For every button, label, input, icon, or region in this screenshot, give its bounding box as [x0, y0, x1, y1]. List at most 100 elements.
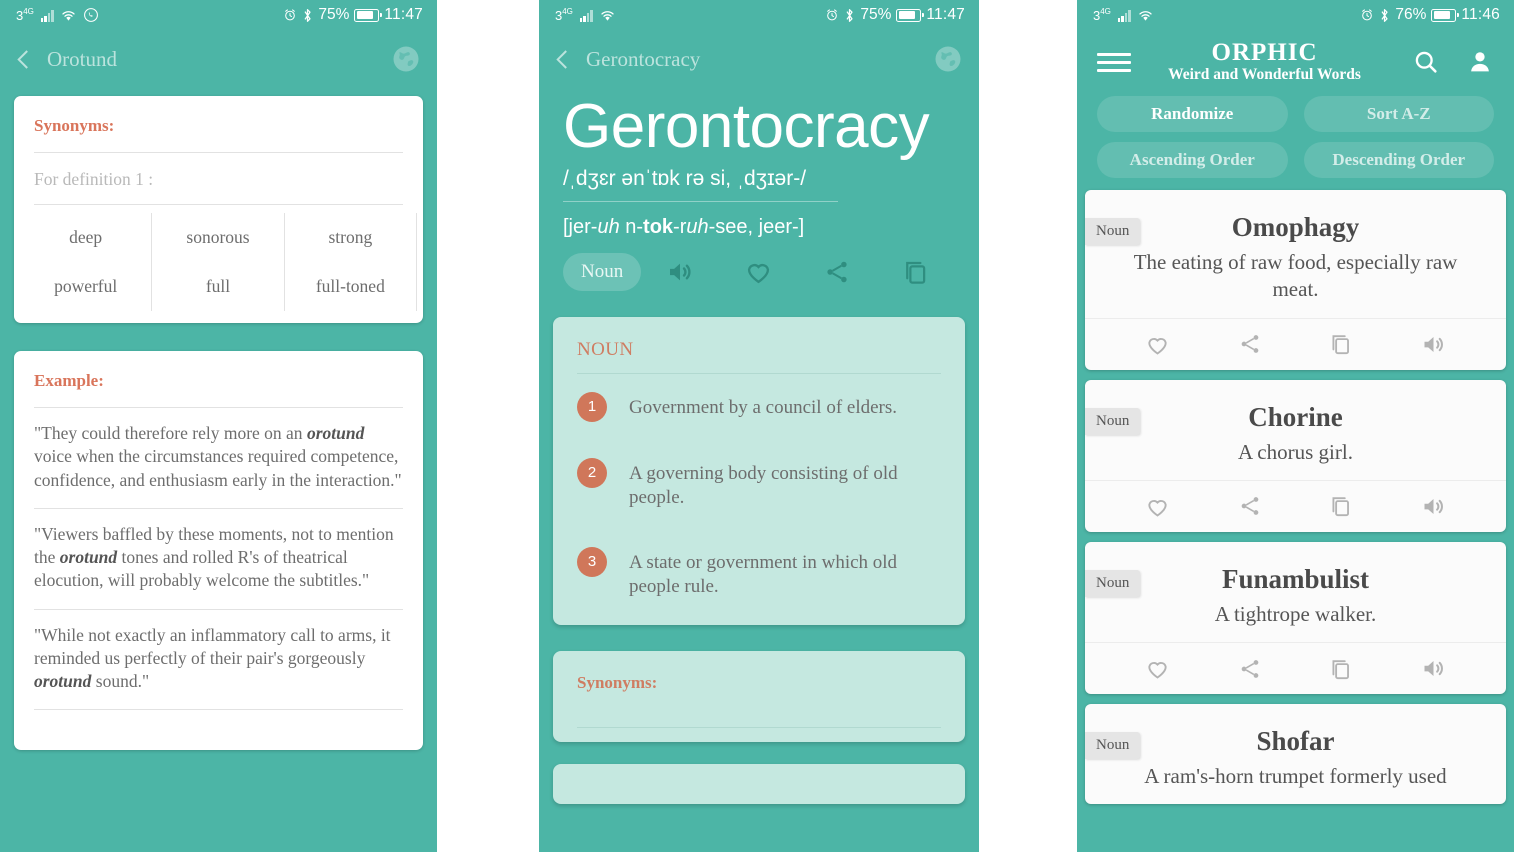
copy-button[interactable] — [1328, 331, 1354, 357]
status-left: 3 4G — [16, 7, 99, 23]
status-right: 75% 11:47 — [283, 6, 423, 24]
copy-button[interactable] — [1328, 656, 1354, 682]
battery-percent: 75% — [860, 6, 892, 23]
battery-percent: 75% — [318, 6, 350, 23]
word-hero: Gerontocracy /ˌdʒɛr ənˈtɒk rə si, ˌdʒɪər… — [539, 88, 979, 291]
detail-scroll-area[interactable]: Synonyms: For definition 1 : deep sonoro… — [0, 96, 437, 751]
search-icon[interactable] — [1412, 48, 1440, 76]
definition-number: 2 — [577, 457, 607, 488]
detail-toolbar: Gerontocracy — [539, 30, 979, 88]
back-button[interactable]: Orotund — [17, 47, 117, 72]
back-button[interactable]: Gerontocracy — [556, 46, 701, 72]
word-list[interactable]: Noun Omophagy The eating of raw food, es… — [1077, 190, 1514, 805]
randomize-button[interactable]: Randomize — [1097, 96, 1288, 132]
synonyms-card-body — [553, 728, 965, 742]
speaker-button[interactable] — [641, 257, 719, 287]
speaker-icon — [670, 263, 692, 281]
word-definition: The eating of raw food, especially raw m… — [1133, 250, 1458, 302]
synonym-chip[interactable]: strong — [285, 213, 417, 262]
speaker-button[interactable] — [1420, 655, 1447, 682]
synonym-chip[interactable]: powerful — [20, 262, 153, 311]
bluetooth-icon — [304, 8, 311, 22]
ipa-pronunciation: /ˌdʒɛr ənˈtɒk rə si, ˌdʒɪər-/ — [563, 167, 838, 202]
speaker-icon — [1424, 336, 1444, 352]
word-card[interactable]: Noun Funambulist A tightrope walker. — [1085, 541, 1506, 695]
wifi-icon — [1139, 11, 1152, 21]
chevron-left-icon — [17, 49, 36, 69]
synonym-chip[interactable]: deep — [20, 213, 153, 262]
synonym-chip[interactable]: sonorous — [152, 213, 285, 262]
app-title: ORPHIC — [1211, 38, 1318, 66]
definition-number: 1 — [577, 391, 607, 422]
share-icon — [1241, 497, 1258, 516]
synonyms-card: Synonyms: For definition 1 : deep sonoro… — [14, 96, 423, 323]
share-button[interactable] — [798, 257, 876, 287]
noun-card-title: NOUN — [577, 338, 634, 360]
descending-order-button[interactable]: Descending Order — [1303, 142, 1494, 178]
account-icon[interactable] — [1466, 48, 1494, 76]
example-text: "They could therefore rely more on an or… — [34, 422, 403, 492]
clock-time: 11:47 — [926, 6, 965, 23]
synonym-chip[interactable]: full-toned — [285, 262, 417, 311]
definition-item: 3 A state or government in which old peo… — [577, 546, 941, 600]
share-button[interactable] — [1237, 656, 1263, 682]
app-bar-actions — [1412, 48, 1494, 76]
speaker-button[interactable] — [1420, 493, 1447, 520]
example-item: "While not exactly an inflammatory call … — [14, 610, 423, 710]
ascending-order-button[interactable]: Ascending Order — [1097, 142, 1288, 178]
example-card: Example: "They could therefore rely more… — [14, 351, 423, 751]
example-text: "While not exactly an inflammatory call … — [34, 624, 403, 694]
definition-number: 3 — [577, 546, 607, 577]
app-bar: ORPHIC Weird and Wonderful Words — [1077, 30, 1514, 86]
heart-icon — [748, 264, 770, 284]
network-label: 3 — [16, 7, 24, 23]
share-button[interactable] — [1237, 331, 1263, 357]
part-of-speech-pill[interactable]: Noun — [563, 252, 642, 291]
favorite-button[interactable] — [1144, 493, 1171, 520]
example-pre: "They could therefore rely more on an — [34, 423, 307, 443]
part-of-speech-badge: Noun — [1085, 732, 1141, 760]
signal-bars-icon — [579, 9, 593, 22]
network-indicator: 3 4G — [555, 6, 573, 23]
respell-b: uh — [597, 215, 620, 238]
toolbar-word-title: Gerontocracy — [586, 46, 701, 71]
synonyms-card-title: Synonyms: — [34, 116, 115, 135]
app-subtitle: Weird and Wonderful Words — [1168, 66, 1361, 84]
globe-icon[interactable] — [933, 44, 963, 74]
for-definition-label: For definition 1 : — [34, 169, 154, 189]
copy-button[interactable] — [877, 257, 955, 287]
example-emphasis: orotund — [59, 547, 118, 568]
copy-icon — [1332, 335, 1350, 355]
hamburger-menu-icon[interactable] — [1097, 52, 1131, 72]
favorite-button[interactable] — [1144, 331, 1171, 358]
phone-screen-word-list-orphic: 3 4G 76% 11:46 ORPHIC Weird and Wonderful… — [1077, 0, 1514, 852]
word-card[interactable]: Noun Chorine A chorus girl. — [1085, 379, 1506, 532]
network-indicator: 3 4G — [1093, 6, 1111, 22]
battery-icon — [1431, 8, 1460, 22]
synonyms-card: Synonyms: — [553, 651, 965, 743]
phone-screen-word-detail-orotund: 3 4G 75% 11:47 Orotund Synonyms: For def… — [0, 0, 437, 852]
share-button[interactable] — [1237, 493, 1263, 519]
network-type: 4G — [562, 6, 573, 16]
word-card[interactable]: Noun Shofar A ram's-horn trumpet formerl… — [1085, 704, 1506, 805]
status-bar: 3 4G 76% 11:46 — [1077, 0, 1514, 30]
network-type: 4G — [1100, 6, 1111, 16]
example-emphasis: orotund — [306, 423, 365, 443]
network-label: 3 — [555, 7, 563, 23]
word-definition: A tightrope walker. — [1214, 601, 1377, 626]
example-text: "Viewers baffled by these moments, not t… — [34, 523, 403, 593]
favorite-button[interactable] — [1144, 655, 1171, 682]
copy-button[interactable] — [1328, 493, 1354, 519]
sort-az-button[interactable]: Sort A-Z — [1303, 96, 1494, 132]
word-card[interactable]: Noun Omophagy The eating of raw food, es… — [1085, 190, 1506, 370]
bluetooth-icon — [846, 8, 853, 22]
speaker-button[interactable] — [1420, 331, 1447, 358]
globe-icon[interactable] — [391, 44, 421, 74]
respell-e: -r — [673, 215, 687, 238]
definitions-list: 1 Government by a council of elders. 2 A… — [553, 374, 965, 625]
favorite-button[interactable] — [720, 256, 798, 287]
respell-a: [jer- — [563, 215, 598, 238]
status-bar: 3 4G 75% 11:47 — [539, 0, 979, 30]
screenshot-stage: 3 4G 75% 11:47 Orotund Synonyms: For def… — [0, 0, 1514, 852]
synonym-chip[interactable]: full — [152, 262, 285, 311]
